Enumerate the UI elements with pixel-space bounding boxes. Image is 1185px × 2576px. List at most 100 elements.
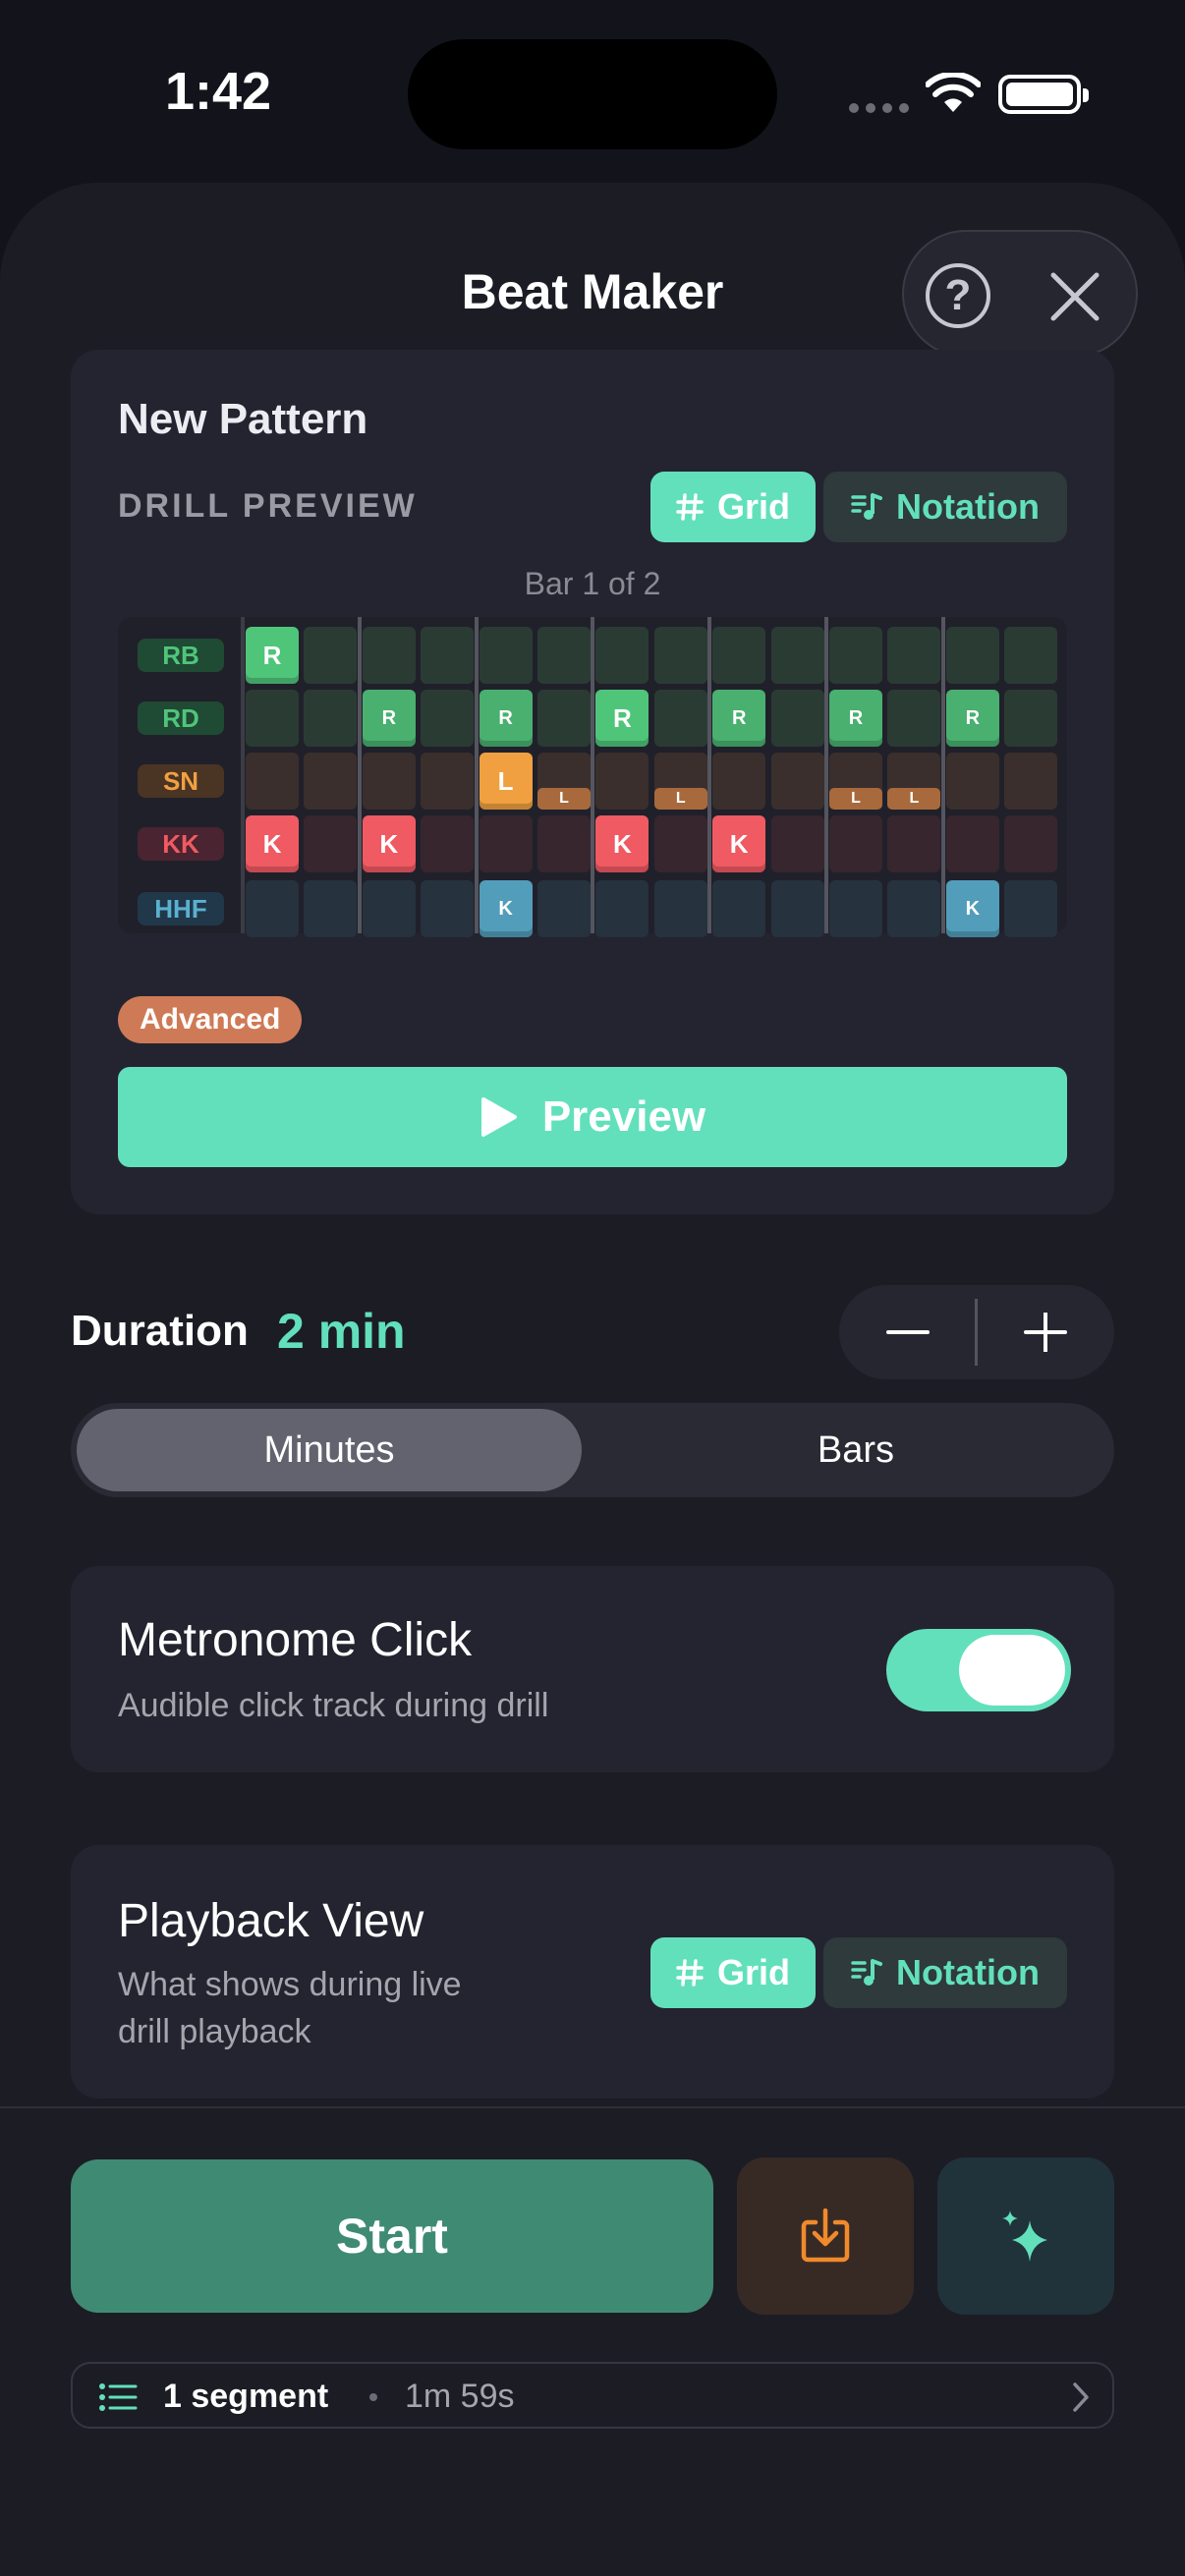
note-hit[interactable]: R [829, 690, 882, 747]
grid-cell[interactable] [246, 753, 299, 810]
note-hit[interactable]: K [362, 815, 416, 872]
note-hit[interactable]: R [479, 690, 533, 747]
grid-cell[interactable] [945, 753, 999, 810]
preview-button[interactable]: Preview [118, 1067, 1067, 1167]
drill-preview-card: New Pattern DRILL PREVIEW Grid Notation … [71, 350, 1114, 1214]
note-hit[interactable]: K [595, 815, 649, 872]
grid-cell[interactable] [653, 690, 707, 747]
bottom-bar-divider [0, 2106, 1185, 2108]
grid-cell[interactable] [421, 880, 475, 937]
close-icon[interactable] [1044, 265, 1106, 328]
plus-icon[interactable] [1016, 1313, 1075, 1352]
grid-cell[interactable] [887, 627, 941, 684]
grid-cell[interactable] [770, 627, 824, 684]
row-label-hhf: HHF [138, 892, 224, 925]
ghost-note[interactable]: L [829, 788, 882, 810]
note-hit[interactable]: K [479, 880, 533, 937]
grid-cell[interactable] [1004, 880, 1058, 937]
grid-cell[interactable] [595, 627, 649, 684]
preview-grid-toggle[interactable]: Grid [650, 472, 816, 542]
grid-cell[interactable] [1004, 690, 1058, 747]
chevron-right-icon [1073, 2382, 1089, 2412]
playback-view-subtitle-2: drill playback [118, 2013, 311, 2050]
grid-cell[interactable] [1004, 753, 1058, 810]
grid-cell[interactable] [304, 690, 358, 747]
grid-cell[interactable] [304, 880, 358, 937]
grid-cell[interactable] [362, 627, 416, 684]
metronome-title: Metronome Click [118, 1614, 473, 1666]
start-button[interactable]: Start [71, 2159, 713, 2313]
import-button[interactable] [737, 2157, 914, 2315]
grid-cell[interactable] [945, 627, 999, 684]
grid-cell[interactable] [770, 753, 824, 810]
segment-summary-row[interactable]: 1 segment 1m 59s [71, 2362, 1114, 2429]
pattern-name[interactable]: New Pattern [118, 395, 367, 444]
grid-cell[interactable] [421, 627, 475, 684]
ghost-note[interactable]: L [537, 788, 591, 810]
grid-cell[interactable] [653, 815, 707, 872]
row-label-sn: SN [138, 764, 224, 798]
grid-cell[interactable] [770, 815, 824, 872]
grid-cell[interactable] [362, 753, 416, 810]
grid-cell[interactable] [770, 690, 824, 747]
note-hit[interactable]: R [362, 690, 416, 747]
grid-cell[interactable] [362, 880, 416, 937]
grid-cell[interactable] [304, 753, 358, 810]
grid-cell[interactable] [829, 627, 882, 684]
note-hit[interactable]: R [246, 627, 299, 684]
grid-cell[interactable] [246, 690, 299, 747]
sparkle-button[interactable] [937, 2157, 1114, 2315]
grid-cell[interactable] [537, 627, 591, 684]
grid-cell[interactable] [537, 815, 591, 872]
grid-cell[interactable] [712, 753, 766, 810]
grid-cell[interactable] [712, 627, 766, 684]
note-hit[interactable]: R [945, 690, 999, 747]
grid-cell[interactable] [887, 815, 941, 872]
grid-cell[interactable] [887, 880, 941, 937]
unit-bars[interactable]: Bars [603, 1409, 1108, 1491]
metronome-subtitle: Audible click track during drill [118, 1687, 549, 1724]
note-hit[interactable]: K [246, 815, 299, 872]
ghost-note[interactable]: L [653, 788, 707, 810]
grid-cell[interactable] [479, 815, 533, 872]
grid-cell[interactable] [1004, 815, 1058, 872]
grid-cell[interactable] [712, 880, 766, 937]
metronome-toggle[interactable] [886, 1629, 1071, 1711]
ghost-note[interactable]: L [887, 788, 941, 810]
note-hit[interactable]: R [595, 690, 649, 747]
grid-cell[interactable] [246, 880, 299, 937]
grid-cell[interactable] [595, 753, 649, 810]
unit-minutes[interactable]: Minutes [77, 1409, 582, 1491]
grid-cell[interactable] [537, 690, 591, 747]
grid-cell[interactable] [829, 815, 882, 872]
playback-view-subtitle-1: What shows during live [118, 1966, 462, 2003]
grid-cell[interactable] [653, 627, 707, 684]
grid-cell[interactable] [421, 753, 475, 810]
grid-cell[interactable] [653, 880, 707, 937]
grid-cell[interactable] [1004, 627, 1058, 684]
note-hit[interactable]: L [479, 753, 533, 810]
duration-stepper [839, 1285, 1114, 1379]
preview-notation-toggle[interactable]: Notation [823, 472, 1067, 542]
note-hit[interactable]: K [712, 815, 766, 872]
grid-cell[interactable] [829, 880, 882, 937]
grid-cell[interactable] [479, 627, 533, 684]
grid-cell[interactable] [304, 627, 358, 684]
playback-grid-toggle[interactable]: Grid [650, 1937, 816, 2008]
grid-hash-icon [676, 493, 704, 521]
grid-cell[interactable] [770, 880, 824, 937]
grid-cell[interactable] [945, 815, 999, 872]
note-hit[interactable]: K [945, 880, 999, 937]
playback-view-title: Playback View [118, 1895, 424, 1947]
grid-cell[interactable] [537, 880, 591, 937]
note-hit[interactable]: R [712, 690, 766, 747]
grid-cell[interactable] [887, 690, 941, 747]
beat-grid[interactable]: RB R RD R R R R R R SN L L L L L KK K K K K HHF K K [118, 617, 1067, 937]
minus-icon[interactable] [878, 1313, 937, 1352]
grid-cell[interactable] [421, 690, 475, 747]
grid-cell[interactable] [421, 815, 475, 872]
help-icon[interactable]: ? [926, 263, 990, 328]
playback-notation-toggle[interactable]: Notation [823, 1937, 1067, 2008]
grid-cell[interactable] [304, 815, 358, 872]
grid-cell[interactable] [595, 880, 649, 937]
